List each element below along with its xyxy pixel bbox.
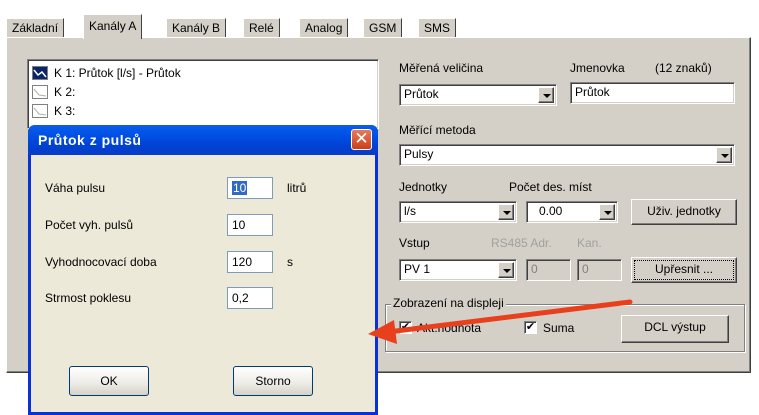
arrow-head: [368, 320, 397, 344]
arrow-shaft: [385, 299, 633, 335]
window-root: Základní Kanály A Kanály B Relé Analog G…: [0, 0, 759, 415]
annotation-arrow: [368, 299, 633, 344]
